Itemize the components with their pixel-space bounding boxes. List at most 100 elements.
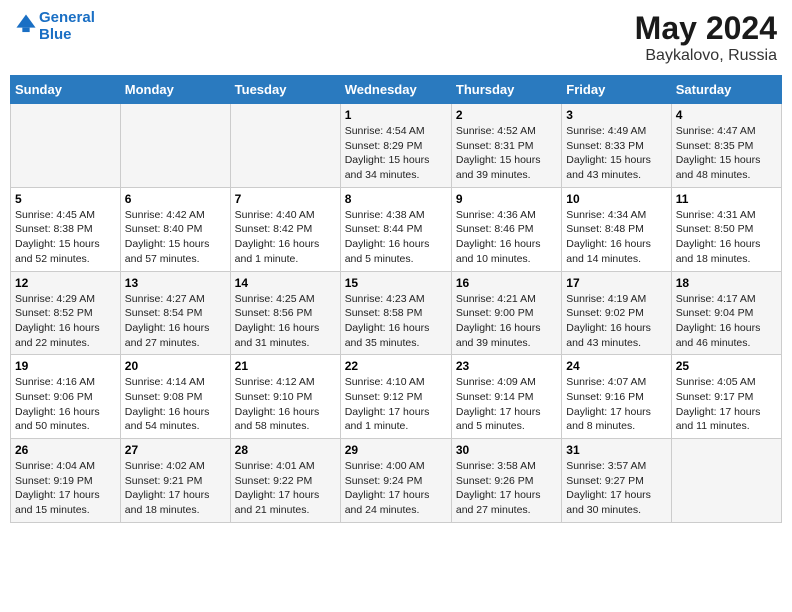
day-info: Sunrise: 4:17 AMSunset: 9:04 PMDaylight:… — [676, 292, 777, 351]
calendar-cell: 17 Sunrise: 4:19 AMSunset: 9:02 PMDayligh… — [562, 271, 671, 355]
calendar-cell: 28 Sunrise: 4:01 AMSunset: 9:22 PMDayligh… — [230, 439, 340, 523]
day-info: Sunrise: 4:38 AMSunset: 8:44 PMDaylight:… — [345, 208, 447, 267]
main-title: May 2024 — [635, 10, 777, 47]
calendar-cell — [230, 104, 340, 188]
page-header: General Blue May 2024 Baykalovo, Russia — [10, 10, 782, 65]
day-info: Sunrise: 4:34 AMSunset: 8:48 PMDaylight:… — [566, 208, 666, 267]
day-number: 29 — [345, 443, 447, 457]
calendar-body: 1 Sunrise: 4:54 AMSunset: 8:29 PMDaylight… — [11, 104, 782, 523]
calendar-week-row: 5 Sunrise: 4:45 AMSunset: 8:38 PMDaylight… — [11, 187, 782, 271]
day-number: 30 — [456, 443, 557, 457]
day-info: Sunrise: 4:14 AMSunset: 9:08 PMDaylight:… — [125, 375, 226, 434]
day-info: Sunrise: 4:04 AMSunset: 9:19 PMDaylight:… — [15, 459, 116, 518]
calendar-cell: 9 Sunrise: 4:36 AMSunset: 8:46 PMDaylight… — [451, 187, 561, 271]
logo-icon — [15, 13, 37, 35]
calendar-header-row: SundayMondayTuesdayWednesdayThursdayFrid… — [11, 76, 782, 104]
calendar-cell: 22 Sunrise: 4:10 AMSunset: 9:12 PMDayligh… — [340, 355, 451, 439]
day-info: Sunrise: 4:19 AMSunset: 9:02 PMDaylight:… — [566, 292, 666, 351]
day-number: 31 — [566, 443, 666, 457]
day-info: Sunrise: 4:12 AMSunset: 9:10 PMDaylight:… — [235, 375, 336, 434]
calendar-week-row: 26 Sunrise: 4:04 AMSunset: 9:19 PMDayligh… — [11, 439, 782, 523]
day-number: 15 — [345, 276, 447, 290]
calendar-cell: 25 Sunrise: 4:05 AMSunset: 9:17 PMDayligh… — [671, 355, 781, 439]
day-info: Sunrise: 4:47 AMSunset: 8:35 PMDaylight:… — [676, 124, 777, 183]
day-number: 26 — [15, 443, 116, 457]
day-info: Sunrise: 4:16 AMSunset: 9:06 PMDaylight:… — [15, 375, 116, 434]
day-info: Sunrise: 4:23 AMSunset: 8:58 PMDaylight:… — [345, 292, 447, 351]
day-number: 25 — [676, 359, 777, 373]
day-info: Sunrise: 4:01 AMSunset: 9:22 PMDaylight:… — [235, 459, 336, 518]
logo-line2: Blue — [39, 27, 95, 44]
day-info: Sunrise: 4:05 AMSunset: 9:17 PMDaylight:… — [676, 375, 777, 434]
day-info: Sunrise: 3:58 AMSunset: 9:26 PMDaylight:… — [456, 459, 557, 518]
calendar-cell: 30 Sunrise: 3:58 AMSunset: 9:26 PMDayligh… — [451, 439, 561, 523]
calendar-cell: 8 Sunrise: 4:38 AMSunset: 8:44 PMDaylight… — [340, 187, 451, 271]
day-number: 27 — [125, 443, 226, 457]
day-info: Sunrise: 4:21 AMSunset: 9:00 PMDaylight:… — [456, 292, 557, 351]
calendar-cell: 19 Sunrise: 4:16 AMSunset: 9:06 PMDayligh… — [11, 355, 121, 439]
calendar-cell: 1 Sunrise: 4:54 AMSunset: 8:29 PMDaylight… — [340, 104, 451, 188]
calendar-cell: 23Sunrise: 4:09 AMSunset: 9:14 PMDayligh… — [451, 355, 561, 439]
day-info: Sunrise: 4:29 AMSunset: 8:52 PMDaylight:… — [15, 292, 116, 351]
day-number: 9 — [456, 192, 557, 206]
header-day-thursday: Thursday — [451, 76, 561, 104]
day-number: 21 — [235, 359, 336, 373]
day-number: 24 — [566, 359, 666, 373]
day-number: 5 — [15, 192, 116, 206]
day-info: Sunrise: 3:57 AMSunset: 9:27 PMDaylight:… — [566, 459, 666, 518]
day-number: 22 — [345, 359, 447, 373]
calendar-cell: 6 Sunrise: 4:42 AMSunset: 8:40 PMDaylight… — [120, 187, 230, 271]
logo-line1: General — [39, 10, 95, 27]
subtitle: Baykalovo, Russia — [635, 47, 777, 65]
header-day-saturday: Saturday — [671, 76, 781, 104]
day-number: 28 — [235, 443, 336, 457]
day-number: 3 — [566, 108, 666, 122]
header-day-tuesday: Tuesday — [230, 76, 340, 104]
day-number: 16 — [456, 276, 557, 290]
day-info: Sunrise: 4:10 AMSunset: 9:12 PMDaylight:… — [345, 375, 447, 434]
calendar-cell: 14Sunrise: 4:25 AMSunset: 8:56 PMDayligh… — [230, 271, 340, 355]
header-day-monday: Monday — [120, 76, 230, 104]
calendar-cell: 27 Sunrise: 4:02 AMSunset: 9:21 PMDayligh… — [120, 439, 230, 523]
header-day-wednesday: Wednesday — [340, 76, 451, 104]
day-info: Sunrise: 4:25 AMSunset: 8:56 PMDaylight:… — [235, 292, 336, 351]
calendar-cell: 31 Sunrise: 3:57 AMSunset: 9:27 PMDayligh… — [562, 439, 671, 523]
title-block: May 2024 Baykalovo, Russia — [635, 10, 777, 65]
calendar-cell: 26 Sunrise: 4:04 AMSunset: 9:19 PMDayligh… — [11, 439, 121, 523]
day-number: 18 — [676, 276, 777, 290]
day-number: 11 — [676, 192, 777, 206]
day-number: 4 — [676, 108, 777, 122]
day-number: 7 — [235, 192, 336, 206]
calendar-cell: 12 Sunrise: 4:29 AMSunset: 8:52 PMDayligh… — [11, 271, 121, 355]
day-info: Sunrise: 4:42 AMSunset: 8:40 PMDaylight:… — [125, 208, 226, 267]
day-number: 12 — [15, 276, 116, 290]
day-info: Sunrise: 4:09 AMSunset: 9:14 PMDaylight:… — [456, 375, 557, 434]
calendar-week-row: 19 Sunrise: 4:16 AMSunset: 9:06 PMDayligh… — [11, 355, 782, 439]
calendar-cell: 21 Sunrise: 4:12 AMSunset: 9:10 PMDayligh… — [230, 355, 340, 439]
day-number: 13 — [125, 276, 226, 290]
day-info: Sunrise: 4:02 AMSunset: 9:21 PMDaylight:… — [125, 459, 226, 518]
calendar-cell: 16 Sunrise: 4:21 AMSunset: 9:00 PMDayligh… — [451, 271, 561, 355]
calendar-cell: 15 Sunrise: 4:23 AMSunset: 8:58 PMDayligh… — [340, 271, 451, 355]
header-day-sunday: Sunday — [11, 76, 121, 104]
calendar-cell — [671, 439, 781, 523]
day-number: 1 — [345, 108, 447, 122]
header-day-friday: Friday — [562, 76, 671, 104]
day-info: Sunrise: 4:36 AMSunset: 8:46 PMDaylight:… — [456, 208, 557, 267]
day-number: 20 — [125, 359, 226, 373]
calendar-cell: 4 Sunrise: 4:47 AMSunset: 8:35 PMDaylight… — [671, 104, 781, 188]
calendar-cell: 20 Sunrise: 4:14 AMSunset: 9:08 PMDayligh… — [120, 355, 230, 439]
calendar-cell: 5 Sunrise: 4:45 AMSunset: 8:38 PMDaylight… — [11, 187, 121, 271]
day-info: Sunrise: 4:49 AMSunset: 8:33 PMDaylight:… — [566, 124, 666, 183]
day-number: 17 — [566, 276, 666, 290]
day-info: Sunrise: 4:54 AMSunset: 8:29 PMDaylight:… — [345, 124, 447, 183]
day-info: Sunrise: 4:45 AMSunset: 8:38 PMDaylight:… — [15, 208, 116, 267]
day-number: 6 — [125, 192, 226, 206]
day-number: 8 — [345, 192, 447, 206]
calendar-cell — [11, 104, 121, 188]
day-number: 2 — [456, 108, 557, 122]
day-number: 19 — [15, 359, 116, 373]
calendar-cell: 7 Sunrise: 4:40 AMSunset: 8:42 PMDaylight… — [230, 187, 340, 271]
day-info: Sunrise: 4:40 AMSunset: 8:42 PMDaylight:… — [235, 208, 336, 267]
calendar-cell: 29Sunrise: 4:00 AMSunset: 9:24 PMDayligh… — [340, 439, 451, 523]
